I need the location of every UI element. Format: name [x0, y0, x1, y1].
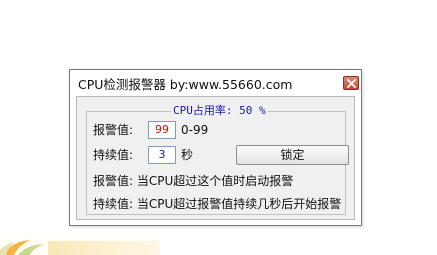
client-area: CPU占用率: 50 % 报警值: 99 0-99 持续值: 3 秒 锁定 报警…	[76, 96, 355, 220]
close-icon	[347, 79, 356, 88]
window-title: CPU检测报警器 by:www.55660.com	[78, 77, 293, 92]
duration-unit-text: 秒	[181, 148, 194, 162]
duration-value-input[interactable]: 3	[148, 146, 176, 164]
close-button[interactable]	[343, 76, 359, 90]
cpu-alarm-window: CPU检测报警器 by:www.55660.com CPU占用率: 50 % 报…	[69, 69, 362, 226]
title-bar[interactable]: CPU检测报警器 by:www.55660.com	[70, 70, 361, 96]
duration-help-text: 持续值: 当CPU超过报警值持续几秒后开始报警	[93, 197, 342, 211]
alarm-help-text: 报警值: 当CPU超过这个值时启动报警	[93, 174, 294, 188]
lock-button[interactable]: 锁定	[236, 145, 349, 165]
duration-value-label: 持续值:	[93, 148, 134, 162]
cpu-usage-title: CPU占用率: 50 %	[171, 104, 268, 117]
background-logo-fragment	[0, 238, 160, 255]
alarm-value-input[interactable]: 99	[148, 121, 176, 139]
alarm-value-label: 报警值:	[93, 123, 134, 137]
alarm-range-text: 0-99	[181, 123, 209, 137]
